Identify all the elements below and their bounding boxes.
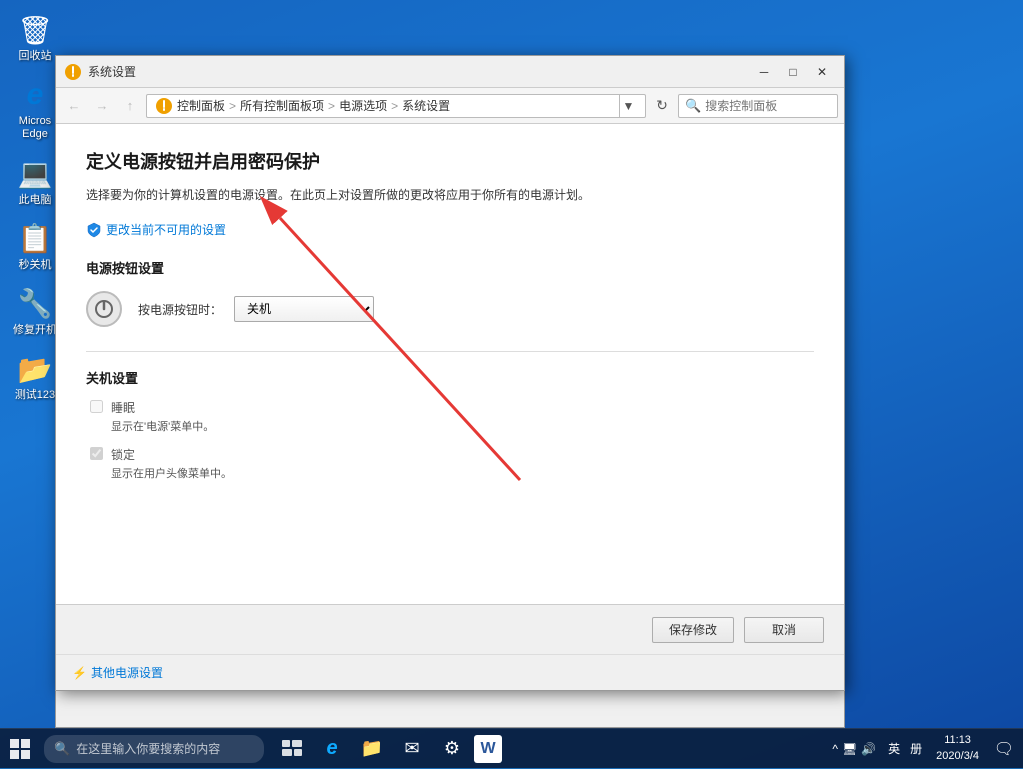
lock-sub-label: 显示在用户头像菜单中。 bbox=[111, 465, 232, 481]
taskbar: 🔍 在这里输入你要搜索的内容 e 📁 ✉ ⚙ W ^ 🖥 🔊 bbox=[0, 728, 1023, 768]
change-unavailable-text: 更改当前不可用的设置 bbox=[106, 221, 226, 238]
word-taskbar-button[interactable]: W bbox=[474, 735, 502, 763]
mypc-label: 此电脑 bbox=[19, 194, 52, 207]
power-btn-setting: 按电源按钮时： 关机 睡眠 休眠 不执行任何操作 bbox=[86, 291, 814, 327]
lock-row: 锁定 显示在用户头像菜单中。 bbox=[86, 446, 814, 481]
clock[interactable]: 11:13 2020/3/4 bbox=[928, 733, 987, 764]
explorer-taskbar-button[interactable]: 📁 bbox=[354, 729, 390, 769]
clock-time: 11:13 bbox=[936, 733, 979, 748]
title-bar-controls: ─ □ ✕ bbox=[750, 60, 836, 84]
sleep-row: 睡眠 显示在'电源'菜单中。 bbox=[86, 399, 814, 434]
refresh-button[interactable]: ↻ bbox=[650, 94, 674, 118]
search-icon: 🔍 bbox=[685, 98, 701, 114]
lock-label-group: 锁定 显示在用户头像菜单中。 bbox=[111, 446, 232, 481]
press-power-label: 按电源按钮时： bbox=[138, 301, 222, 318]
dialog-bottom-bar: ⚡ 其他电源设置 bbox=[56, 654, 844, 690]
path-control-panel[interactable]: 控制面板 bbox=[177, 97, 225, 114]
shield-icon bbox=[86, 222, 102, 238]
test-label: 测试123 bbox=[15, 389, 55, 402]
press-power-select[interactable]: 关机 睡眠 休眠 不执行任何操作 bbox=[234, 296, 374, 322]
shortcut1-icon: 📋 bbox=[17, 221, 53, 257]
cancel-button[interactable]: 取消 bbox=[744, 617, 824, 643]
dialog-icon bbox=[64, 63, 82, 81]
forward-button[interactable]: → bbox=[90, 94, 114, 118]
save-button[interactable]: 保存修改 bbox=[652, 617, 734, 643]
lock-checkbox[interactable] bbox=[90, 447, 103, 460]
taskbar-search-text: 在这里输入你要搜索的内容 bbox=[76, 740, 220, 757]
back-button[interactable]: ← bbox=[62, 94, 86, 118]
edge-label: MicrosEdge bbox=[19, 115, 51, 141]
change-unavailable-link[interactable]: 更改当前不可用的设置 bbox=[86, 221, 226, 238]
repair-icon: 🔧 bbox=[17, 286, 53, 322]
sleep-checkbox[interactable] bbox=[90, 400, 103, 413]
system-tray: ^ 🖥 🔊 bbox=[826, 742, 882, 756]
address-path[interactable]: 控制面板 > 所有控制面板项 > 电源选项 > 系统设置 ▼ bbox=[146, 94, 646, 118]
edge-icon: e bbox=[17, 77, 53, 113]
sleep-sub-label: 显示在'电源'菜单中。 bbox=[111, 418, 214, 434]
tray-caret[interactable]: ^ bbox=[832, 742, 838, 756]
system-settings-dialog: 系统设置 ─ □ ✕ ← → ↑ 控制面板 > 所有控制面板项 > 电源 bbox=[55, 55, 845, 691]
tray-volume-icon[interactable]: 🔊 bbox=[861, 742, 876, 756]
lang-indicator[interactable]: 英 bbox=[884, 740, 904, 757]
power-icon bbox=[86, 291, 122, 327]
shutdown-section: 关机设置 睡眠 显示在'电源'菜单中。 锁定 显示在用户头像菜单中。 bbox=[86, 368, 814, 481]
other-power-settings-link[interactable]: ⚡ 其他电源设置 bbox=[72, 664, 163, 681]
desktop: 🗑 回收站 e MicrosEdge 💻 此电脑 📋 秒关机 🔧 修复开机 📂 … bbox=[0, 0, 1023, 768]
settings-taskbar-button[interactable]: ⚙ bbox=[434, 729, 470, 769]
clock-date: 2020/3/4 bbox=[936, 749, 979, 764]
other-power-text: 其他电源设置 bbox=[91, 664, 163, 681]
mail-taskbar-button[interactable]: ✉ bbox=[394, 729, 430, 769]
search-box[interactable]: 🔍 bbox=[678, 94, 838, 118]
lock-main-label: 锁定 bbox=[111, 446, 232, 463]
taskbar-right: ^ 🖥 🔊 英 册 11:13 2020/3/4 🗨 bbox=[826, 729, 1023, 769]
close-button[interactable]: ✕ bbox=[808, 60, 836, 84]
up-button[interactable]: ↑ bbox=[118, 94, 142, 118]
test-icon: 📂 bbox=[17, 351, 53, 387]
sleep-main-label: 睡眠 bbox=[111, 399, 214, 416]
edge-taskbar-button[interactable]: e bbox=[314, 729, 350, 769]
dialog-footer: 保存修改 取消 bbox=[56, 604, 844, 654]
mypc-icon: 💻 bbox=[17, 156, 53, 192]
section-divider bbox=[86, 351, 814, 352]
tray-monitor-icon: 🖥 bbox=[842, 742, 857, 756]
task-view-button[interactable] bbox=[274, 729, 310, 769]
page-description: 选择要为你的计算机设置的电源设置。在此页上对设置所做的更改将应用于你所有的电源计… bbox=[86, 186, 814, 205]
path-power-options[interactable]: 电源选项 bbox=[339, 97, 387, 114]
path-system-settings[interactable]: 系统设置 bbox=[402, 97, 450, 114]
page-title: 定义电源按钮并启用密码保护 bbox=[86, 148, 814, 174]
start-button[interactable] bbox=[0, 729, 40, 769]
taskbar-search-icon: 🔍 bbox=[54, 741, 70, 757]
press-power-row: 按电源按钮时： 关机 睡眠 休眠 不执行任何操作 bbox=[138, 296, 374, 322]
content-area: 定义电源按钮并启用密码保护 选择要为你的计算机设置的电源设置。在此页上对设置所做… bbox=[56, 124, 844, 604]
other-power-icon: ⚡ bbox=[72, 666, 87, 680]
power-btn-section-title: 电源按钮设置 bbox=[86, 258, 814, 277]
repair-label: 修复开机 bbox=[13, 324, 57, 337]
sleep-label-group: 睡眠 显示在'电源'菜单中。 bbox=[111, 399, 214, 434]
path-all-items[interactable]: 所有控制面板项 bbox=[240, 97, 324, 114]
address-bar: ← → ↑ 控制面板 > 所有控制面板项 > 电源选项 > 系统设置 ▼ ↻ � bbox=[56, 88, 844, 124]
shutdown-section-title: 关机设置 bbox=[86, 368, 814, 387]
dialog-title: 系统设置 bbox=[88, 63, 750, 80]
taskbar-search[interactable]: 🔍 在这里输入你要搜索的内容 bbox=[44, 735, 264, 763]
recycle-bin-icon: 🗑 bbox=[17, 12, 53, 48]
maximize-button[interactable]: □ bbox=[779, 60, 807, 84]
minimize-button[interactable]: ─ bbox=[750, 60, 778, 84]
input-method[interactable]: 册 bbox=[906, 740, 926, 757]
address-dropdown[interactable]: ▼ bbox=[619, 94, 637, 118]
notification-button[interactable]: 🗨 bbox=[989, 729, 1019, 769]
recycle-bin-label: 回收站 bbox=[19, 50, 52, 63]
taskbar-middle: e 📁 ✉ ⚙ W bbox=[274, 729, 502, 769]
shortcut1-label: 秒关机 bbox=[19, 259, 52, 272]
title-bar: 系统设置 ─ □ ✕ bbox=[56, 56, 844, 88]
search-input[interactable] bbox=[705, 99, 831, 113]
